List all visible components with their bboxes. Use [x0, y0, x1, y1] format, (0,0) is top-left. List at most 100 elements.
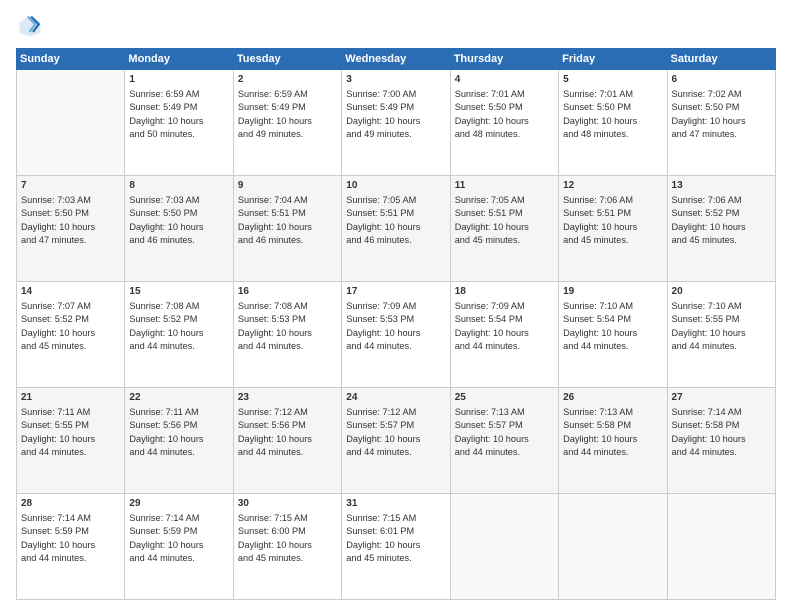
day-number: 6: [672, 73, 771, 87]
weekday-header: Tuesday: [233, 49, 341, 70]
day-number: 20: [672, 285, 771, 299]
calendar-cell: 31Sunrise: 7:15 AM Sunset: 6:01 PM Dayli…: [342, 494, 450, 600]
day-info: Sunrise: 7:11 AM Sunset: 5:55 PM Dayligh…: [21, 406, 120, 459]
calendar-header-row: SundayMondayTuesdayWednesdayThursdayFrid…: [17, 49, 776, 70]
day-number: 8: [129, 179, 228, 193]
day-number: 10: [346, 179, 445, 193]
day-number: 30: [238, 497, 337, 511]
weekday-header: Friday: [559, 49, 667, 70]
day-number: 2: [238, 73, 337, 87]
page: SundayMondayTuesdayWednesdayThursdayFrid…: [0, 0, 792, 612]
calendar-cell: 12Sunrise: 7:06 AM Sunset: 5:51 PM Dayli…: [559, 176, 667, 282]
day-number: 3: [346, 73, 445, 87]
day-number: 29: [129, 497, 228, 511]
day-info: Sunrise: 7:10 AM Sunset: 5:54 PM Dayligh…: [563, 300, 662, 353]
calendar-cell: 24Sunrise: 7:12 AM Sunset: 5:57 PM Dayli…: [342, 388, 450, 494]
day-info: Sunrise: 7:06 AM Sunset: 5:51 PM Dayligh…: [563, 194, 662, 247]
day-number: 13: [672, 179, 771, 193]
calendar-week-row: 7Sunrise: 7:03 AM Sunset: 5:50 PM Daylig…: [17, 176, 776, 282]
day-number: 25: [455, 391, 554, 405]
calendar-cell: 1Sunrise: 6:59 AM Sunset: 5:49 PM Daylig…: [125, 70, 233, 176]
calendar-cell: [667, 494, 775, 600]
day-number: 4: [455, 73, 554, 87]
day-number: 7: [21, 179, 120, 193]
day-info: Sunrise: 7:08 AM Sunset: 5:52 PM Dayligh…: [129, 300, 228, 353]
calendar-cell: 4Sunrise: 7:01 AM Sunset: 5:50 PM Daylig…: [450, 70, 558, 176]
calendar-cell: [17, 70, 125, 176]
day-info: Sunrise: 6:59 AM Sunset: 5:49 PM Dayligh…: [129, 88, 228, 141]
calendar-week-row: 14Sunrise: 7:07 AM Sunset: 5:52 PM Dayli…: [17, 282, 776, 388]
calendar-cell: 3Sunrise: 7:00 AM Sunset: 5:49 PM Daylig…: [342, 70, 450, 176]
day-number: 27: [672, 391, 771, 405]
day-info: Sunrise: 7:10 AM Sunset: 5:55 PM Dayligh…: [672, 300, 771, 353]
calendar-week-row: 1Sunrise: 6:59 AM Sunset: 5:49 PM Daylig…: [17, 70, 776, 176]
day-number: 19: [563, 285, 662, 299]
weekday-header: Saturday: [667, 49, 775, 70]
day-info: Sunrise: 6:59 AM Sunset: 5:49 PM Dayligh…: [238, 88, 337, 141]
day-number: 14: [21, 285, 120, 299]
calendar-cell: 17Sunrise: 7:09 AM Sunset: 5:53 PM Dayli…: [342, 282, 450, 388]
logo-icon: [16, 12, 44, 40]
day-info: Sunrise: 7:01 AM Sunset: 5:50 PM Dayligh…: [563, 88, 662, 141]
day-info: Sunrise: 7:08 AM Sunset: 5:53 PM Dayligh…: [238, 300, 337, 353]
calendar-cell: 21Sunrise: 7:11 AM Sunset: 5:55 PM Dayli…: [17, 388, 125, 494]
weekday-header: Monday: [125, 49, 233, 70]
day-number: 1: [129, 73, 228, 87]
calendar-cell: 18Sunrise: 7:09 AM Sunset: 5:54 PM Dayli…: [450, 282, 558, 388]
day-info: Sunrise: 7:06 AM Sunset: 5:52 PM Dayligh…: [672, 194, 771, 247]
day-number: 18: [455, 285, 554, 299]
day-info: Sunrise: 7:12 AM Sunset: 5:57 PM Dayligh…: [346, 406, 445, 459]
day-info: Sunrise: 7:14 AM Sunset: 5:59 PM Dayligh…: [21, 512, 120, 565]
calendar-cell: 8Sunrise: 7:03 AM Sunset: 5:50 PM Daylig…: [125, 176, 233, 282]
day-info: Sunrise: 7:13 AM Sunset: 5:57 PM Dayligh…: [455, 406, 554, 459]
day-number: 28: [21, 497, 120, 511]
day-info: Sunrise: 7:04 AM Sunset: 5:51 PM Dayligh…: [238, 194, 337, 247]
calendar-cell: 19Sunrise: 7:10 AM Sunset: 5:54 PM Dayli…: [559, 282, 667, 388]
day-info: Sunrise: 7:14 AM Sunset: 5:59 PM Dayligh…: [129, 512, 228, 565]
calendar-cell: 26Sunrise: 7:13 AM Sunset: 5:58 PM Dayli…: [559, 388, 667, 494]
day-number: 16: [238, 285, 337, 299]
weekday-header: Wednesday: [342, 49, 450, 70]
header: [16, 12, 776, 40]
calendar-cell: 13Sunrise: 7:06 AM Sunset: 5:52 PM Dayli…: [667, 176, 775, 282]
calendar-table: SundayMondayTuesdayWednesdayThursdayFrid…: [16, 48, 776, 600]
calendar-cell: 29Sunrise: 7:14 AM Sunset: 5:59 PM Dayli…: [125, 494, 233, 600]
calendar-cell: [450, 494, 558, 600]
day-info: Sunrise: 7:00 AM Sunset: 5:49 PM Dayligh…: [346, 88, 445, 141]
calendar-cell: 20Sunrise: 7:10 AM Sunset: 5:55 PM Dayli…: [667, 282, 775, 388]
calendar-cell: [559, 494, 667, 600]
day-number: 11: [455, 179, 554, 193]
day-number: 26: [563, 391, 662, 405]
calendar-cell: 14Sunrise: 7:07 AM Sunset: 5:52 PM Dayli…: [17, 282, 125, 388]
calendar-cell: 25Sunrise: 7:13 AM Sunset: 5:57 PM Dayli…: [450, 388, 558, 494]
day-info: Sunrise: 7:07 AM Sunset: 5:52 PM Dayligh…: [21, 300, 120, 353]
calendar-cell: 30Sunrise: 7:15 AM Sunset: 6:00 PM Dayli…: [233, 494, 341, 600]
day-info: Sunrise: 7:02 AM Sunset: 5:50 PM Dayligh…: [672, 88, 771, 141]
weekday-header: Thursday: [450, 49, 558, 70]
calendar-cell: 23Sunrise: 7:12 AM Sunset: 5:56 PM Dayli…: [233, 388, 341, 494]
calendar-cell: 27Sunrise: 7:14 AM Sunset: 5:58 PM Dayli…: [667, 388, 775, 494]
weekday-header: Sunday: [17, 49, 125, 70]
day-number: 23: [238, 391, 337, 405]
logo: [16, 12, 48, 40]
day-info: Sunrise: 7:01 AM Sunset: 5:50 PM Dayligh…: [455, 88, 554, 141]
day-info: Sunrise: 7:15 AM Sunset: 6:01 PM Dayligh…: [346, 512, 445, 565]
day-number: 9: [238, 179, 337, 193]
day-number: 31: [346, 497, 445, 511]
calendar-week-row: 21Sunrise: 7:11 AM Sunset: 5:55 PM Dayli…: [17, 388, 776, 494]
day-info: Sunrise: 7:09 AM Sunset: 5:54 PM Dayligh…: [455, 300, 554, 353]
day-number: 17: [346, 285, 445, 299]
day-info: Sunrise: 7:15 AM Sunset: 6:00 PM Dayligh…: [238, 512, 337, 565]
day-info: Sunrise: 7:05 AM Sunset: 5:51 PM Dayligh…: [455, 194, 554, 247]
calendar-cell: 11Sunrise: 7:05 AM Sunset: 5:51 PM Dayli…: [450, 176, 558, 282]
day-number: 22: [129, 391, 228, 405]
day-number: 21: [21, 391, 120, 405]
day-info: Sunrise: 7:03 AM Sunset: 5:50 PM Dayligh…: [21, 194, 120, 247]
calendar-cell: 10Sunrise: 7:05 AM Sunset: 5:51 PM Dayli…: [342, 176, 450, 282]
calendar-week-row: 28Sunrise: 7:14 AM Sunset: 5:59 PM Dayli…: [17, 494, 776, 600]
day-number: 15: [129, 285, 228, 299]
calendar-cell: 2Sunrise: 6:59 AM Sunset: 5:49 PM Daylig…: [233, 70, 341, 176]
calendar-cell: 22Sunrise: 7:11 AM Sunset: 5:56 PM Dayli…: [125, 388, 233, 494]
day-info: Sunrise: 7:05 AM Sunset: 5:51 PM Dayligh…: [346, 194, 445, 247]
day-info: Sunrise: 7:03 AM Sunset: 5:50 PM Dayligh…: [129, 194, 228, 247]
